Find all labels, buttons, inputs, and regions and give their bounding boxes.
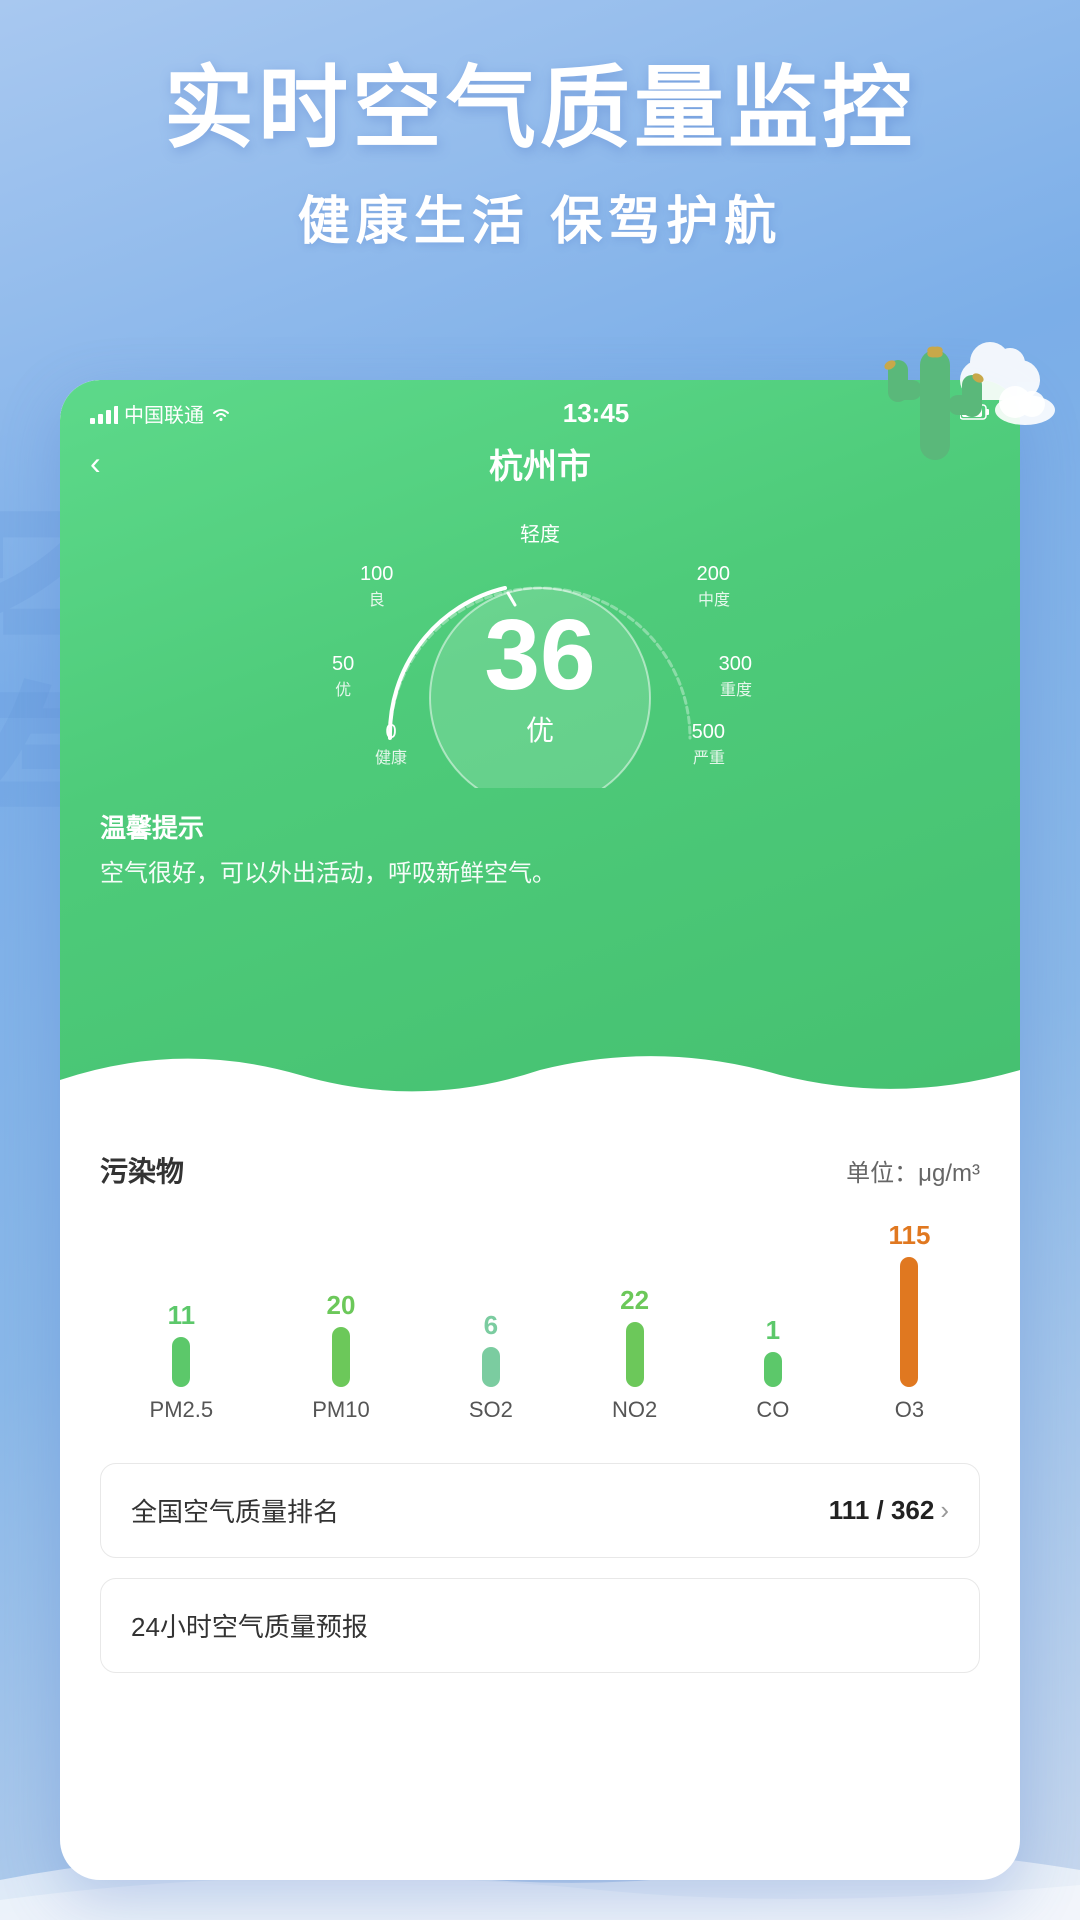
- pollutant-no2: 22 NO2: [612, 1285, 657, 1423]
- pm10-value: 20: [327, 1290, 356, 1321]
- city-name: 杭州市: [489, 439, 591, 488]
- gauge-center: 36 优: [484, 605, 595, 749]
- pm10-bar: [332, 1327, 350, 1387]
- header-section: 实时空气质量监控 健康生活 保驾护航: [0, 60, 1080, 254]
- wave-divider: [60, 1040, 1020, 1120]
- tip-title: 温馨提示: [100, 808, 980, 845]
- pm25-bar: [172, 1337, 190, 1387]
- co-value: 1: [766, 1315, 780, 1346]
- o3-bar: [900, 1257, 918, 1387]
- ranking-value: 111 / 362: [829, 1495, 935, 1526]
- no2-label: NO2: [612, 1397, 657, 1423]
- phone-card: 中国联通 13:45 ‹ 杭州市: [60, 380, 1020, 1880]
- o3-value: 115: [888, 1220, 930, 1251]
- pm25-label: PM2.5: [150, 1397, 214, 1423]
- sub-title: 健康生活 保驾护航: [0, 179, 1080, 254]
- pollutant-pm10: 20 PM10: [312, 1290, 369, 1423]
- co-label: CO: [756, 1397, 789, 1423]
- so2-bar: [482, 1347, 500, 1387]
- gauge-container: 轻度 100良 200中度 50优 300重度 0健康 500严重: [60, 498, 1020, 788]
- cactus-decoration: [850, 300, 1050, 520]
- tip-section: 温馨提示 空气很好，可以外出活动，呼吸新鲜空气。: [60, 788, 1020, 888]
- tip-content: 空气很好，可以外出活动，呼吸新鲜空气。: [100, 853, 980, 888]
- pm10-label: PM10: [312, 1397, 369, 1423]
- aqi-quality: 优: [484, 709, 595, 749]
- pollutants-header: 污染物 单位：μg/m³: [100, 1150, 980, 1190]
- pollutants-unit: 单位：μg/m³: [846, 1153, 980, 1188]
- ranking-card[interactable]: 全国空气质量排名 111 / 362 ›: [100, 1463, 980, 1558]
- so2-label: SO2: [469, 1397, 513, 1423]
- co-bar: [764, 1352, 782, 1387]
- main-title: 实时空气质量监控: [0, 60, 1080, 159]
- ranking-arrow: ›: [940, 1495, 949, 1526]
- pollutant-pm25: 11 PM2.5: [150, 1300, 214, 1423]
- cactus-icon: [870, 300, 1000, 470]
- pollutants-title: 污染物: [100, 1150, 184, 1190]
- no2-bar: [626, 1322, 644, 1387]
- small-cloud-icon: [990, 380, 1060, 425]
- pollutants-grid: 11 PM2.5 20 PM10 6 SO2 22 NO2: [100, 1220, 980, 1423]
- status-time: 13:45: [563, 398, 630, 429]
- o3-label: O3: [895, 1397, 924, 1423]
- pm25-value: 11: [168, 1300, 196, 1331]
- forecast-label: 24小时空气质量预报: [131, 1607, 368, 1644]
- carrier-info: 中国联通: [90, 399, 232, 428]
- signal-icon: [90, 404, 118, 424]
- no2-value: 22: [620, 1285, 649, 1316]
- pollutant-co: 1 CO: [756, 1315, 789, 1423]
- white-section: 污染物 单位：μg/m³ 11 PM2.5 20 PM10 6 SO2: [60, 1120, 1020, 1723]
- ranking-label: 全国空气质量排名: [131, 1492, 339, 1529]
- pollutant-o3: 115 O3: [888, 1220, 930, 1423]
- pollutant-so2: 6 SO2: [469, 1310, 513, 1423]
- aqi-value: 36: [484, 605, 595, 705]
- gauge-wrapper: 轻度 100良 200中度 50优 300重度 0健康 500严重: [320, 508, 760, 788]
- forecast-card[interactable]: 24小时空气质量预报: [100, 1578, 980, 1673]
- so2-value: 6: [484, 1310, 498, 1341]
- back-button[interactable]: ‹: [90, 445, 101, 482]
- carrier-name: 中国联通: [124, 399, 204, 428]
- wifi-icon: [210, 405, 232, 423]
